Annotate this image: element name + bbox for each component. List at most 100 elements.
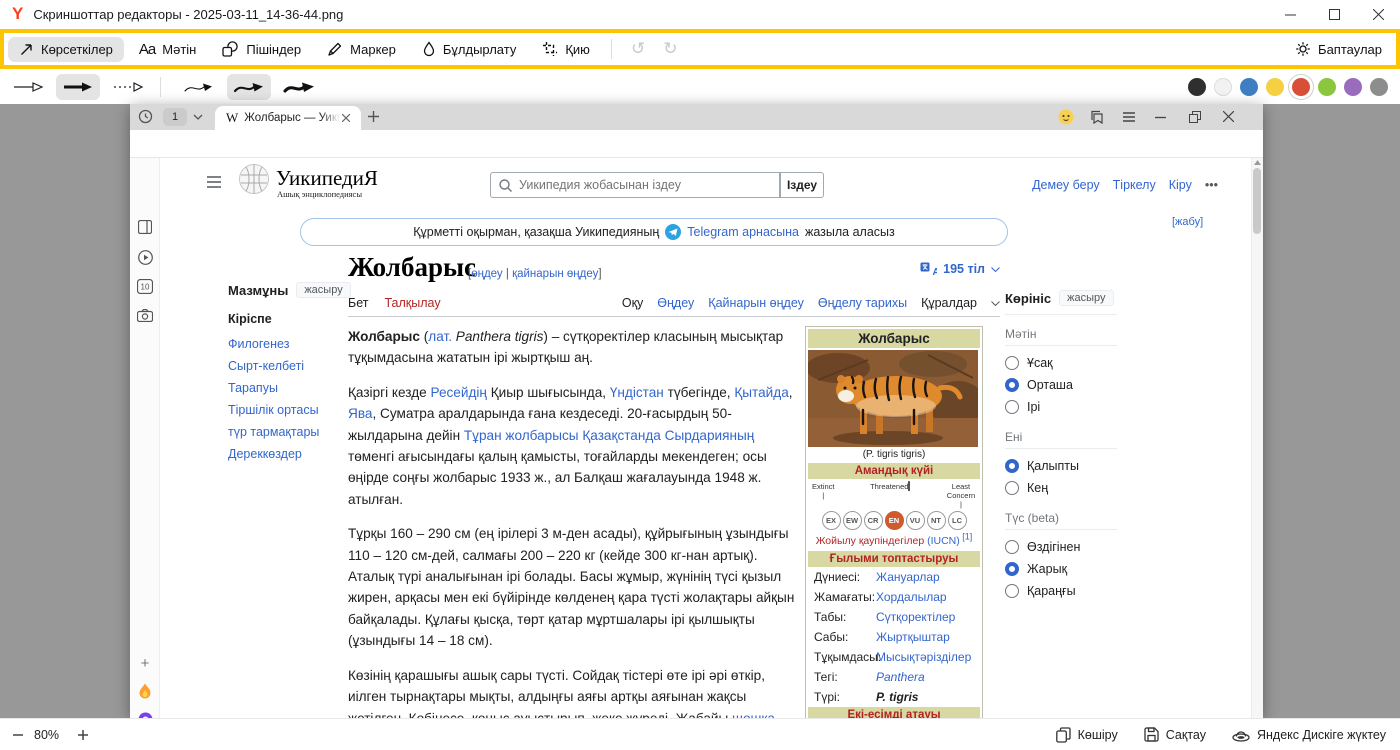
radio-color-light[interactable]: Жарық [1005,558,1117,580]
window-title: Скриншоттар редакторы - 2025-03-11_14-36… [33,7,343,22]
browser-active-tab[interactable]: W Жолбарыс — Уикипед [215,106,361,130]
search-button[interactable]: Іздеу [780,172,824,198]
iucn-nt: NT [927,511,946,530]
tool-crop[interactable]: Қию [531,36,601,62]
undo-button[interactable]: ↺ [622,39,654,59]
tab-talk[interactable]: Талқылау [384,296,440,310]
rail-video-icon[interactable] [136,248,154,266]
radio-color-auto[interactable]: Өздігінен [1005,536,1117,558]
radio-text-standard[interactable]: Орташа [1005,374,1117,396]
tool-blur[interactable]: Бұлдырлату [411,36,527,62]
arrow-style-dotted[interactable] [106,74,150,100]
register-link[interactable]: Тіркелу [1113,178,1156,192]
window-close-button[interactable] [1356,0,1400,28]
panels-icon[interactable] [1090,110,1104,124]
color-swatch-yellow[interactable] [1266,78,1284,96]
color-swatch-blue[interactable] [1240,78,1258,96]
browser-close-icon[interactable] [1223,111,1234,122]
scrollbar-thumb[interactable] [1253,168,1261,234]
arrow-style-thin[interactable] [6,74,50,100]
color-swatch-red-selected[interactable] [1292,78,1310,96]
article-edit-links[interactable]: [өңдеу | қайнарын өңдеу] [468,268,602,280]
status-line[interactable]: Жойылу қаупіндегілер (IUCN) [1] [808,533,980,551]
radio-text-large[interactable]: Ірі [1005,396,1117,418]
browser-minimize-icon[interactable] [1155,116,1166,119]
redo-button[interactable]: ↻ [654,39,686,59]
new-tab-button[interactable] [367,110,380,123]
radio-width-wide[interactable]: Кең [1005,477,1117,499]
browser-tabstrip: 1 W Жолбарыс — Уикипед [130,104,1263,130]
login-link[interactable]: Кіру [1169,178,1192,192]
wikipedia-wordmark[interactable]: УикипедиЯ [276,166,378,191]
label-extinct: Extinct| [812,482,835,509]
editor-canvas[interactable]: 1 W Жолбарыс — Уикипед [0,104,1400,718]
sketch-arrow-thick[interactable] [277,74,321,100]
language-selector[interactable]: A 195 тіл [830,262,1000,276]
rail-flame-icon[interactable] [136,682,154,700]
tab-edit-source[interactable]: Қайнарын өңдеу [708,296,804,310]
tab-edit[interactable]: Өңдеу [657,296,694,310]
infobox-title: Жолбарыс [808,329,980,348]
page-scrollbar[interactable] [1251,158,1263,718]
toc-item-references[interactable]: Дереккөздер [228,447,340,461]
banner-close-link[interactable]: [жабу] [1172,216,1203,228]
profile-avatar[interactable] [1058,109,1074,125]
rail-panels-icon[interactable] [136,218,154,236]
rail-alice-icon[interactable] [136,710,154,718]
banner-telegram-link[interactable]: Telegram арнасына [687,225,799,239]
toc-item-appearance[interactable]: Сырт-келбеті [228,359,340,373]
tool-arrows[interactable]: Көрсеткілер [8,37,124,62]
color-swatch-black[interactable] [1188,78,1206,96]
sketch-arrow-thin[interactable] [177,74,221,100]
sketch-arrow-medium[interactable] [227,74,271,100]
browser-menu-icon[interactable] [1122,112,1136,122]
tab-page[interactable]: Бет [348,296,368,310]
tab-close-icon[interactable] [342,114,350,122]
tab-counter[interactable]: 1 [163,108,187,126]
tool-shapes[interactable]: Пішіндер [211,36,312,62]
appearance-hide-button[interactable]: жасыру [1059,290,1113,306]
window-maximize-button[interactable] [1312,0,1356,28]
zoom-out-button[interactable] [8,725,28,745]
settings-button[interactable]: Баптаулар [1295,41,1382,57]
tab-title: Жолбарыс — Уикипед [244,112,340,124]
save-button[interactable]: Сақтау [1144,727,1206,742]
color-swatch-purple[interactable] [1344,78,1362,96]
donate-link[interactable]: Демеу беру [1032,178,1100,192]
wiki-search-box[interactable] [490,172,780,198]
browser-restore-icon[interactable] [1189,111,1201,123]
toc-item-intro[interactable]: Кіріспе [228,312,340,326]
tab-history[interactable]: Өңделу тарихы [818,296,907,310]
radio-color-dark[interactable]: Қараңғы [1005,580,1117,602]
toc-item-habitat[interactable]: Тіршілік ортасы [228,403,340,417]
color-swatch-green[interactable] [1318,78,1336,96]
zoom-in-button[interactable] [73,725,93,745]
tabs-chevron-icon[interactable] [193,114,203,120]
search-input[interactable] [519,178,749,192]
toc-item-distribution[interactable]: Тарапуы [228,381,340,395]
wikipedia-globe-logo[interactable] [238,163,270,195]
color-swatch-white[interactable] [1214,78,1232,96]
rail-camera-icon[interactable] [136,306,154,324]
screenshot-image: 1 W Жолбарыс — Уикипед [130,104,1263,718]
rail-badge-10-icon[interactable]: 10 [136,277,154,295]
toc-hide-button[interactable]: жасыру [296,282,350,298]
scrollbar-up-arrow[interactable] [1254,160,1261,165]
wiki-menu-icon[interactable] [206,176,222,188]
tab-read[interactable]: Оқу [622,296,643,310]
rail-add-icon[interactable]: + [136,654,154,672]
tab-tools[interactable]: Құралдар [921,296,977,310]
toc-item-subspecies[interactable]: түр тармақтары [228,425,340,439]
userlinks-more[interactable]: ••• [1205,178,1218,192]
history-clock-icon[interactable] [138,109,153,124]
window-minimize-button[interactable] [1268,0,1312,28]
radio-text-small[interactable]: Ұсақ [1005,352,1117,374]
arrow-style-thick[interactable] [56,74,100,100]
toc-item-phylogeny[interactable]: Филогенез [228,337,340,351]
radio-width-standard[interactable]: Қалыпты [1005,455,1117,477]
tool-text[interactable]: Aa Мәтін [128,36,207,63]
copy-button[interactable]: Көшіру [1056,727,1118,743]
upload-yandex-disk-button[interactable]: Яндекс Дискіге жүктеу [1232,728,1386,742]
tool-marker[interactable]: Маркер [316,36,407,62]
color-swatch-gray[interactable] [1370,78,1388,96]
